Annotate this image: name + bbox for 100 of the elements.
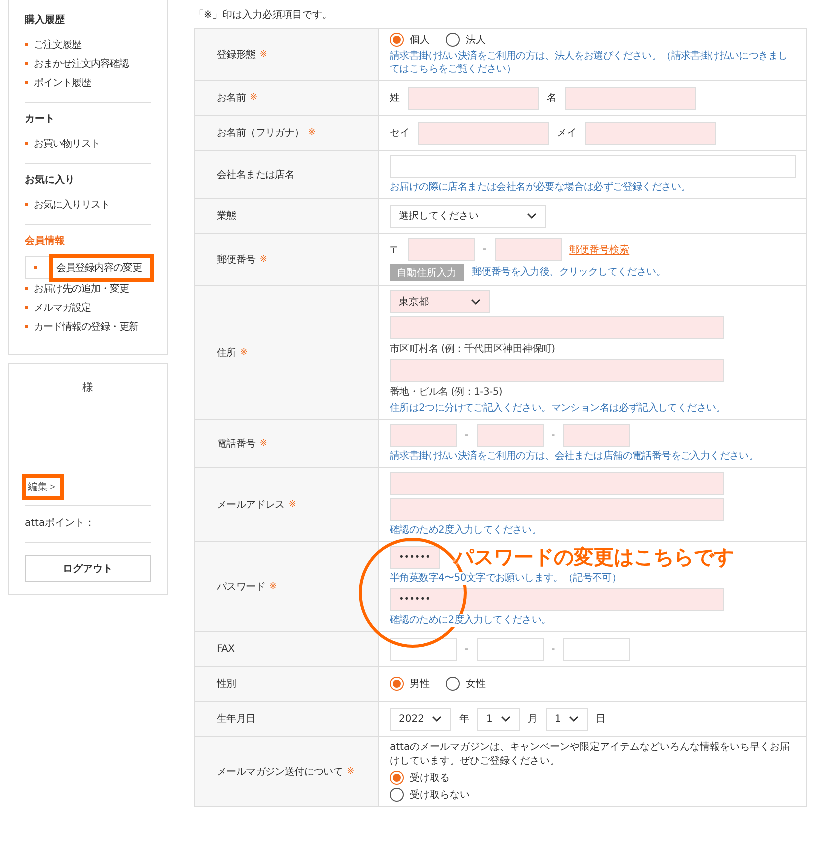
inline-label: 日: [596, 713, 606, 726]
select-field[interactable]: 1: [477, 708, 520, 730]
help-text: 住所は2つに分けてご記入ください。マンション名は必ず記入してください。: [390, 402, 726, 415]
inline-label: 姓: [390, 92, 400, 105]
edit-link[interactable]: 編集＞: [25, 477, 61, 497]
input-field[interactable]: [390, 316, 724, 339]
select-field[interactable]: 1: [546, 708, 588, 730]
input-field[interactable]: [408, 238, 475, 261]
input-field[interactable]: [390, 472, 724, 495]
input-field[interactable]: ••••••: [390, 546, 440, 569]
section-title: お気に入り: [25, 174, 76, 187]
inline-label: 名: [547, 92, 557, 105]
field-label: パスワード: [217, 580, 266, 594]
input-field[interactable]: [390, 155, 796, 178]
bullet-icon: [25, 325, 28, 328]
required-mark: ※: [260, 50, 268, 60]
required-mark: ※: [260, 438, 268, 448]
inline-label: -: [483, 244, 487, 255]
section-title: カート: [25, 113, 56, 126]
radio-label: 受け取らない: [410, 788, 470, 802]
field-label: FAX: [217, 644, 235, 654]
input-field[interactable]: [390, 638, 457, 660]
required-mark: ※: [240, 348, 248, 358]
radio-button[interactable]: [390, 33, 404, 47]
input-field[interactable]: [418, 122, 549, 144]
radio-button[interactable]: [390, 788, 404, 802]
honorific-text: 様: [82, 380, 94, 395]
bullet-icon: [25, 43, 28, 46]
input-field[interactable]: [563, 638, 630, 660]
chevron-down-icon: [471, 298, 481, 304]
radio-button[interactable]: [446, 677, 460, 691]
input-field[interactable]: [476, 424, 544, 447]
input-field[interactable]: [565, 86, 696, 110]
radio-button[interactable]: [390, 771, 404, 785]
input-field[interactable]: [390, 359, 724, 382]
required-mark: ※: [260, 254, 268, 264]
bullet-icon: [25, 306, 28, 309]
required-mark: ※: [270, 582, 277, 592]
bullet-icon: [25, 203, 28, 206]
sidebar-link[interactable]: お買い物リスト: [26, 130, 112, 158]
inline-label: -: [465, 644, 469, 654]
input-field[interactable]: [476, 638, 544, 660]
bullet-icon: [34, 266, 37, 269]
required-mark: ※: [347, 766, 354, 776]
input-field[interactable]: [390, 424, 457, 447]
input-field[interactable]: [408, 86, 539, 110]
inline-label: 月: [528, 713, 538, 726]
select-field[interactable]: 東京都: [390, 290, 490, 313]
field-label: 性別: [217, 678, 236, 691]
chevron-down-icon: [569, 716, 580, 722]
chevron-down-icon: [527, 213, 537, 219]
field-caption: 市区町村名 (例：千代田区神田神保町): [390, 342, 556, 356]
points-label: attaポイント：: [25, 517, 96, 530]
field-label: メールマガジン送付について: [217, 766, 344, 778]
help-text: 請求書掛け払い決済をご利用の方は、法人をお選びください。（請求書掛け払いにつきましてはこちらをご覧ください）: [390, 50, 789, 76]
required-mark: ※: [308, 128, 316, 138]
field-label: 業態: [217, 210, 236, 223]
help-text: 請求書掛け払い決済をご利用の方は、会社または店舗の電話番号をご入力ください。: [390, 450, 759, 463]
field-label: 登録形態: [217, 48, 256, 62]
inline-label: セイ: [390, 127, 410, 140]
bullet-icon: [25, 62, 28, 65]
field-label: 住所: [217, 346, 236, 360]
field-label: メールアドレス: [217, 498, 285, 512]
input-field[interactable]: ••••••: [390, 588, 724, 611]
input-field[interactable]: [563, 424, 630, 447]
inline-label: -: [552, 644, 556, 654]
inline-label: -: [552, 430, 556, 441]
inline-label: -: [465, 430, 469, 441]
select-field[interactable]: 選択してください: [390, 204, 546, 228]
field-label: 郵便番号: [217, 254, 256, 266]
required-mark: ※: [250, 93, 258, 103]
field-caption: 番地・ビル名 (例：1-3-5): [390, 386, 502, 399]
radio-label: 受け取る: [410, 772, 450, 785]
section-title: 会員情報: [25, 234, 66, 248]
radio-button[interactable]: [446, 33, 460, 47]
sidebar-link[interactable]: お気に入りリスト: [26, 190, 122, 218]
field-label: お名前: [217, 92, 246, 105]
help-text: 郵便番号を入力後、クリックしてください。: [472, 266, 666, 279]
sidebar-link[interactable]: 会員登録内容の変更: [48, 254, 154, 282]
field-label: 会社名または店名: [217, 168, 295, 182]
input-field[interactable]: [585, 122, 716, 144]
section-title: 購入履歴: [25, 14, 66, 27]
help-text: 確認のため2度入力してください。: [390, 524, 542, 537]
chevron-down-icon: [500, 716, 511, 722]
radio-label: 男性: [410, 678, 430, 691]
logout-button[interactable]: ログアウト: [25, 555, 151, 582]
radio-button[interactable]: [390, 677, 404, 691]
inline-label: メイ: [557, 127, 577, 140]
radio-label: 個人: [410, 34, 430, 47]
chevron-down-icon: [432, 716, 442, 722]
field-label: 生年月日: [217, 712, 256, 726]
select-field[interactable]: 2022: [390, 708, 452, 730]
input-field[interactable]: [390, 498, 724, 521]
description-text: attaのメールマガジンは、キャンペーンや限定アイテムなどいろんな情報をいち早くお届けしています。ぜひご登録ください。: [390, 741, 792, 768]
bullet-icon: [25, 81, 28, 84]
required-mark: ※: [288, 500, 296, 510]
radio-label: 女性: [466, 678, 486, 691]
field-label: 電話番号: [217, 438, 256, 450]
bullet-icon: [25, 287, 28, 290]
input-field[interactable]: [494, 238, 562, 261]
